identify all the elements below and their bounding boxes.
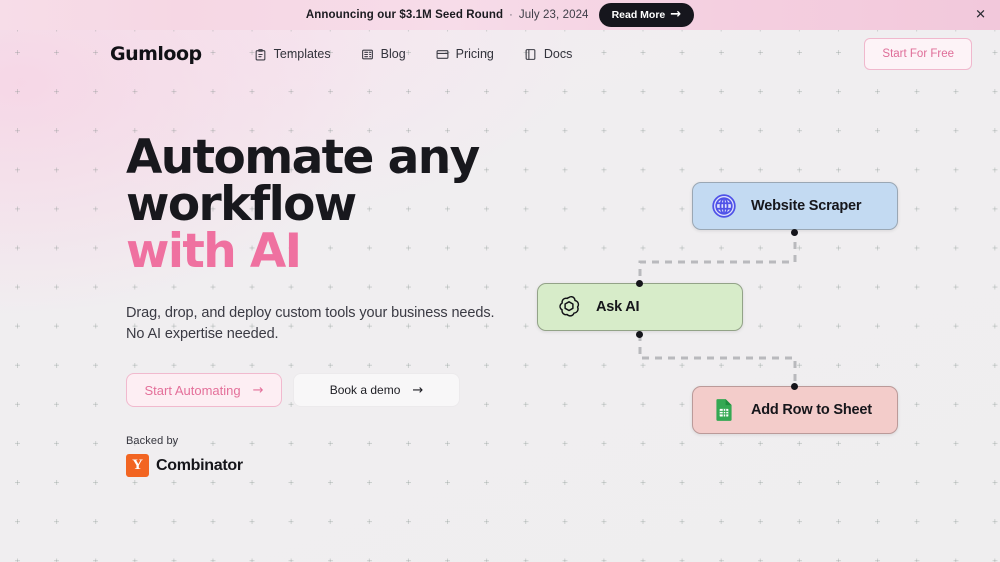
landing-page: Announcing our $3.1M Seed Round · July 2… <box>0 0 1000 562</box>
node-label-website-scraper: Website Scraper <box>751 198 862 214</box>
page-title: Automate any workflow with AI <box>126 134 556 275</box>
y-combinator-label: Combinator <box>156 456 243 474</box>
nav-item-pricing[interactable]: Pricing <box>436 47 494 61</box>
backed-by-section: Backed by Y Combinator <box>126 435 556 478</box>
nav-label-templates: Templates <box>273 47 331 61</box>
port-scraper-output[interactable] <box>791 229 798 236</box>
start-for-free-button[interactable]: Start For Free <box>864 38 972 70</box>
announcement-separator: · <box>509 9 513 21</box>
announcement-content: Announcing our $3.1M Seed Round · July 2… <box>305 3 695 27</box>
start-automating-button[interactable]: Start Automating → <box>126 373 282 408</box>
edge-askai-to-sheet <box>638 334 797 383</box>
main-navigation: Gumloop Templates Blog Pricing Docs Star… <box>0 34 1000 74</box>
headline-line-2: workflow <box>126 177 357 232</box>
announcement-date: July 23, 2024 <box>518 9 589 21</box>
workflow-node-add-row-to-sheet[interactable]: Add Row to Sheet <box>692 386 898 434</box>
openai-icon <box>556 294 582 320</box>
clipboard-icon <box>254 48 267 61</box>
credit-card-icon <box>436 48 449 61</box>
workflow-node-website-scraper[interactable]: Website Scraper <box>692 182 898 230</box>
y-combinator-icon: Y <box>126 454 149 478</box>
close-icon[interactable]: ✕ <box>975 9 986 22</box>
start-automating-label: Start Automating <box>144 382 241 398</box>
node-label-add-row-to-sheet: Add Row to Sheet <box>751 402 872 418</box>
nav-label-pricing: Pricing <box>455 47 494 61</box>
hero-section: Gumloop Templates Blog Pricing Docs Star… <box>0 30 1000 562</box>
hero-subhead: Drag, drop, and deploy custom tools your… <box>126 303 556 345</box>
announcement-banner: Announcing our $3.1M Seed Round · July 2… <box>0 0 1000 30</box>
nav-label-blog: Blog <box>380 47 406 61</box>
book-icon <box>524 48 537 61</box>
headline-accent: with AI <box>126 224 302 279</box>
newspaper-icon <box>361 48 374 61</box>
google-sheets-icon <box>711 397 737 423</box>
workflow-node-ask-ai[interactable]: Ask AI <box>537 283 743 331</box>
subhead-line-1: Drag, drop, and deploy custom tools your… <box>126 305 495 321</box>
nav-item-docs[interactable]: Docs <box>524 47 572 61</box>
globe-icon <box>711 193 737 219</box>
edge-scraper-to-askai <box>638 229 797 280</box>
y-combinator-badge: Y Combinator <box>126 454 556 478</box>
port-askai-output[interactable] <box>636 331 643 338</box>
hero-copy: Automate any workflow with AI Drag, drop… <box>126 134 556 478</box>
port-sheet-input[interactable] <box>791 383 798 390</box>
subhead-line-2: No AI expertise needed. <box>126 326 279 343</box>
arrow-right-icon: → <box>412 382 424 398</box>
nav-item-blog[interactable]: Blog <box>361 47 406 61</box>
nav-links: Templates Blog Pricing Docs <box>254 47 572 61</box>
book-a-demo-label: Book a demo <box>329 383 401 398</box>
nav-label-docs: Docs <box>543 47 573 61</box>
headline-line-1: Automate any <box>126 130 480 185</box>
book-a-demo-button[interactable]: Book a demo → <box>293 373 460 408</box>
gumloop-logo[interactable]: Gumloop <box>110 43 202 65</box>
arrow-right-icon: → <box>252 382 264 398</box>
cta-row: Start Automating → Book a demo → <box>126 373 556 408</box>
port-askai-input[interactable] <box>636 280 643 287</box>
read-more-label: Read More <box>611 8 666 21</box>
nav-item-templates[interactable]: Templates <box>254 47 331 61</box>
arrow-right-icon: → <box>670 7 682 22</box>
read-more-button[interactable]: Read More → <box>598 3 695 27</box>
announcement-text: Announcing our $3.1M Seed Round <box>305 9 504 21</box>
node-label-ask-ai: Ask AI <box>596 299 640 315</box>
backed-by-label: Backed by <box>126 435 179 448</box>
